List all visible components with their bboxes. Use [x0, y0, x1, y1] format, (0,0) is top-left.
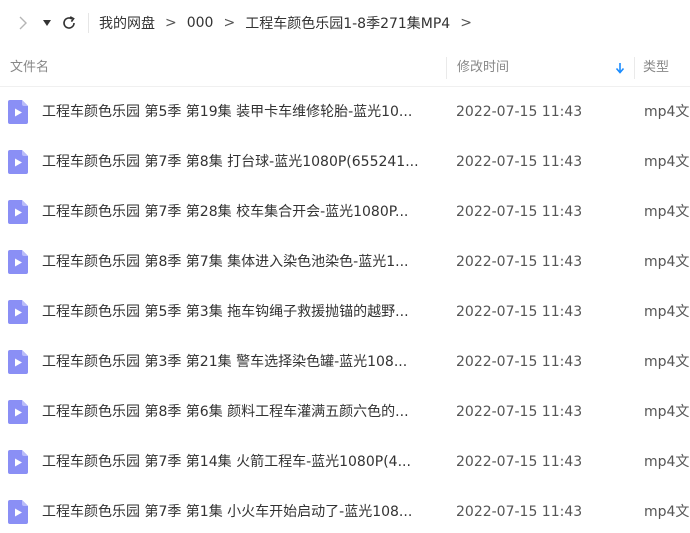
file-row[interactable]: 工程车颜色乐园 第7季 第8集 打台球-蓝光1080P(655241... 20…: [0, 137, 690, 187]
column-type-header[interactable]: 类型: [643, 49, 669, 87]
video-file-icon: [8, 400, 28, 424]
file-type: mp4文: [644, 254, 690, 270]
file-type: mp4文: [644, 454, 690, 470]
video-file-icon: [8, 100, 28, 124]
file-row[interactable]: 工程车颜色乐园 第5季 第19集 装甲卡车维修轮胎-蓝光10... 2022-0…: [0, 87, 690, 137]
video-file-icon: [8, 150, 28, 174]
breadcrumb-item-root[interactable]: 我的网盘: [99, 13, 155, 33]
file-name: 工程车颜色乐园 第7季 第14集 火箭工程车-蓝光1080P(4...: [42, 454, 411, 470]
file-row[interactable]: 工程车颜色乐园 第7季 第1集 小火车开始启动了-蓝光108... 2022-0…: [0, 487, 690, 533]
refresh-button[interactable]: [56, 0, 82, 46]
file-type: mp4文: [644, 154, 690, 170]
column-header: 文件名 修改时间 类型: [0, 49, 690, 87]
video-file-icon: [8, 450, 28, 474]
breadcrumb: 我的网盘 > 000 > 工程车颜色乐园1-8季271集MP4 >: [99, 13, 482, 33]
video-file-icon: [8, 500, 28, 524]
caret-down-icon: [43, 20, 51, 26]
file-modified-time: 2022-07-15 11:43: [456, 354, 583, 370]
chevron-right-icon: [19, 16, 27, 30]
file-type: mp4文: [644, 104, 690, 120]
column-divider[interactable]: [634, 57, 635, 79]
column-divider[interactable]: [446, 57, 447, 79]
file-modified-time: 2022-07-15 11:43: [456, 254, 583, 270]
file-modified-time: 2022-07-15 11:43: [456, 404, 583, 420]
toolbar: 我的网盘 > 000 > 工程车颜色乐园1-8季271集MP4 >: [0, 0, 690, 46]
file-row[interactable]: 工程车颜色乐园 第8季 第6集 颜料工程车灌满五颜六色的... 2022-07-…: [0, 387, 690, 437]
forward-button[interactable]: [8, 0, 38, 46]
sort-down-arrow-icon[interactable]: [613, 61, 627, 75]
file-name: 工程车颜色乐园 第8季 第7集 集体进入染色池染色-蓝光1...: [42, 254, 409, 270]
video-file-icon: [8, 350, 28, 374]
file-type: mp4文: [644, 354, 690, 370]
file-name: 工程车颜色乐园 第5季 第3集 拖车钩绳子救援抛锚的越野...: [42, 304, 409, 320]
file-row[interactable]: 工程车颜色乐园 第5季 第3集 拖车钩绳子救援抛锚的越野... 2022-07-…: [0, 287, 690, 337]
video-file-icon: [8, 250, 28, 274]
file-type: mp4文: [644, 504, 690, 520]
video-file-icon: [8, 200, 28, 224]
file-name: 工程车颜色乐园 第7季 第1集 小火车开始启动了-蓝光108...: [42, 504, 413, 520]
breadcrumb-separator: >: [223, 15, 236, 31]
file-name: 工程车颜色乐园 第7季 第8集 打台球-蓝光1080P(655241...: [42, 154, 419, 170]
video-file-icon: [8, 300, 28, 324]
history-dropdown-button[interactable]: [38, 0, 56, 46]
file-name: 工程车颜色乐园 第3季 第21集 警车选择染色罐-蓝光108...: [42, 354, 408, 370]
file-type: mp4文: [644, 304, 690, 320]
file-row[interactable]: 工程车颜色乐园 第7季 第14集 火箭工程车-蓝光1080P(4... 2022…: [0, 437, 690, 487]
file-modified-time: 2022-07-15 11:43: [456, 104, 583, 120]
file-list: 工程车颜色乐园 第5季 第19集 装甲卡车维修轮胎-蓝光10... 2022-0…: [0, 87, 690, 533]
column-name-header[interactable]: 文件名: [10, 49, 444, 87]
file-browser: 我的网盘 > 000 > 工程车颜色乐园1-8季271集MP4 > 文件名 修改…: [0, 0, 690, 533]
file-name: 工程车颜色乐园 第7季 第28集 校车集合开会-蓝光1080P...: [42, 204, 409, 220]
file-modified-time: 2022-07-15 11:43: [456, 504, 583, 520]
breadcrumb-item-000[interactable]: 000: [187, 15, 214, 31]
file-modified-time: 2022-07-15 11:43: [456, 454, 583, 470]
breadcrumb-separator: >: [165, 15, 177, 31]
breadcrumb-item-current[interactable]: 工程车颜色乐园1-8季271集MP4: [245, 13, 450, 33]
file-name: 工程车颜色乐园 第8季 第6集 颜料工程车灌满五颜六色的...: [42, 404, 409, 420]
breadcrumb-expand-button[interactable]: >: [460, 15, 472, 31]
refresh-icon: [63, 16, 75, 29]
file-row[interactable]: 工程车颜色乐园 第8季 第7集 集体进入染色池染色-蓝光1... 2022-07…: [0, 237, 690, 287]
file-row[interactable]: 工程车颜色乐园 第3季 第21集 警车选择染色罐-蓝光108... 2022-0…: [0, 337, 690, 387]
file-modified-time: 2022-07-15 11:43: [456, 304, 583, 320]
file-row[interactable]: 工程车颜色乐园 第7季 第28集 校车集合开会-蓝光1080P... 2022-…: [0, 187, 690, 237]
file-name: 工程车颜色乐园 第5季 第19集 装甲卡车维修轮胎-蓝光10...: [42, 104, 413, 120]
file-type: mp4文: [644, 404, 690, 420]
file-modified-time: 2022-07-15 11:43: [456, 204, 583, 220]
file-type: mp4文: [644, 204, 690, 220]
file-modified-time: 2022-07-15 11:43: [456, 154, 583, 170]
column-modified-header[interactable]: 修改时间: [457, 49, 627, 87]
toolbar-divider: [88, 13, 89, 33]
